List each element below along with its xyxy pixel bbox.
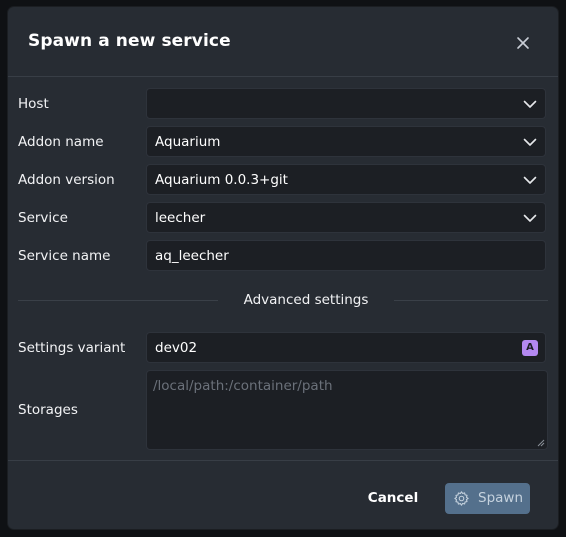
- variant-badge[interactable]: A: [522, 340, 538, 356]
- service-value: leecher: [155, 210, 206, 226]
- chevron-down-icon: [523, 176, 537, 184]
- service-name-label: Service name: [18, 248, 111, 264]
- addon-name-value: Aquarium: [155, 134, 221, 150]
- spawn-button[interactable]: Spawn: [445, 483, 530, 514]
- service-label: Service: [18, 210, 68, 226]
- advanced-settings-heading: Advanced settings: [243, 292, 369, 308]
- spawn-service-dialog: Spawn a new service Host Addon name Aqua…: [8, 7, 558, 529]
- chevron-down-icon: [523, 138, 537, 146]
- dialog-header: Spawn a new service: [8, 7, 558, 77]
- chevron-down-icon: [523, 100, 537, 108]
- host-label: Host: [18, 96, 49, 112]
- host-select[interactable]: [146, 88, 546, 119]
- settings-variant-label: Settings variant: [18, 340, 126, 356]
- storages-placeholder: /local/path:/container/path: [153, 378, 333, 394]
- settings-variant-input[interactable]: dev02 A: [146, 332, 546, 363]
- addon-name-select[interactable]: Aquarium: [146, 126, 546, 157]
- storages-label: Storages: [18, 402, 78, 418]
- divider-left: [18, 300, 218, 301]
- addon-version-select[interactable]: Aquarium 0.0.3+git: [146, 164, 546, 195]
- close-icon: [517, 37, 529, 49]
- dialog-footer: Cancel Spawn: [8, 460, 558, 529]
- service-name-input[interactable]: aq_leecher: [146, 240, 546, 271]
- service-select[interactable]: leecher: [146, 202, 546, 233]
- chevron-down-icon: [523, 214, 537, 222]
- service-name-value: aq_leecher: [155, 248, 229, 264]
- spawn-label: Spawn: [478, 490, 524, 506]
- gear-icon: [454, 491, 469, 506]
- addon-version-label: Addon version: [18, 172, 115, 188]
- resize-grip-icon[interactable]: [537, 439, 545, 447]
- addon-name-label: Addon name: [18, 134, 104, 150]
- storages-textarea[interactable]: /local/path:/container/path: [146, 370, 548, 450]
- addon-version-value: Aquarium 0.0.3+git: [155, 172, 288, 188]
- cancel-button[interactable]: Cancel: [364, 483, 422, 513]
- settings-variant-value: dev02: [155, 340, 198, 356]
- dialog-title: Spawn a new service: [28, 31, 231, 51]
- divider-right: [394, 300, 548, 301]
- close-button[interactable]: [511, 31, 535, 55]
